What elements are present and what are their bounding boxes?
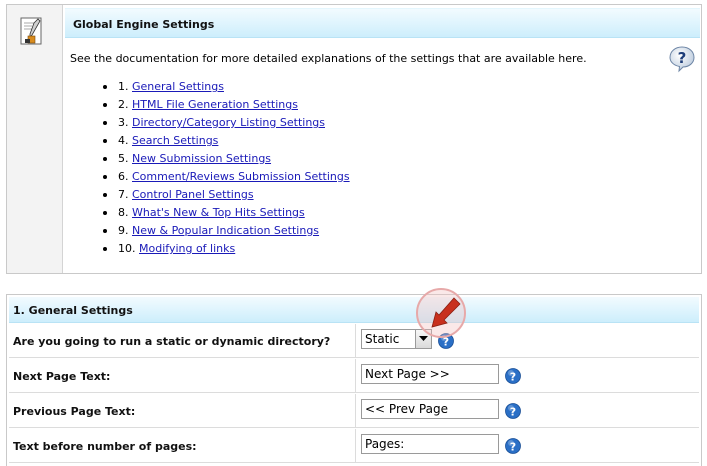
toc-link-whats-new[interactable]: What's New & Top Hits Settings (132, 206, 305, 219)
list-item: 1. General Settings (103, 78, 350, 96)
setting-label: Previous Page Text: (13, 405, 136, 418)
svg-text:?: ? (510, 440, 516, 453)
list-item: 3. Directory/Category Listing Settings (103, 114, 350, 132)
intro-text: See the documentation for more detailed … (70, 52, 587, 65)
toc-link-directory-listing[interactable]: Directory/Category Listing Settings (132, 116, 325, 129)
svg-text:?: ? (510, 405, 516, 418)
toc-link-html-generation[interactable]: HTML File Generation Settings (132, 98, 298, 111)
list-item: 9. New & Popular Indication Settings (103, 222, 350, 240)
list-item: 7. Control Panel Settings (103, 186, 350, 204)
panel-icon-column (7, 5, 63, 273)
settings-index-list: 1. General Settings 2. HTML File Generat… (103, 78, 350, 258)
panel-title: Global Engine Settings (73, 18, 215, 31)
toc-link-modifying-links[interactable]: Modifying of links (139, 242, 235, 255)
toc-link-control-panel[interactable]: Control Panel Settings (132, 188, 254, 201)
global-engine-settings-panel: Global Engine Settings See the documenta… (6, 4, 702, 274)
general-settings-panel: 1. General Settings Are you going to run… (6, 294, 702, 466)
setting-row-pages-prefix: Text before number of pages: ? (9, 429, 699, 463)
setting-label: Next Page Text: (13, 370, 111, 383)
panel-header: Global Engine Settings (65, 8, 700, 38)
pages-prefix-text-field[interactable] (361, 434, 499, 454)
setting-row-prev-page: Previous Page Text: ? (9, 394, 699, 428)
setting-label: Are you going to run a static or dynamic… (13, 335, 331, 348)
setting-label: Text before number of pages: (13, 440, 197, 453)
list-item: 10. Modifying of links (103, 240, 350, 258)
toc-link-general[interactable]: General Settings (132, 80, 224, 93)
list-item: 6. Comment/Reviews Submission Settings (103, 168, 350, 186)
pointer-arrow-icon (416, 288, 466, 338)
svg-text:?: ? (678, 49, 687, 67)
list-item: 4. Search Settings (103, 132, 350, 150)
toc-link-new-popular[interactable]: New & Popular Indication Settings (132, 224, 319, 237)
prev-page-text-field[interactable] (361, 399, 499, 419)
toc-link-new-submission[interactable]: New Submission Settings (132, 152, 271, 165)
help-icon[interactable]: ? (505, 438, 521, 454)
document-edit-icon (20, 17, 42, 45)
section-title: 1. General Settings (13, 304, 133, 317)
help-icon[interactable]: ? (505, 368, 521, 384)
help-bubble-icon[interactable]: ? (668, 45, 696, 73)
list-item: 5. New Submission Settings (103, 150, 350, 168)
setting-row-next-page: Next Page Text: ? (9, 359, 699, 393)
svg-text:?: ? (510, 370, 516, 383)
next-page-text-field[interactable] (361, 364, 499, 384)
help-icon[interactable]: ? (505, 403, 521, 419)
toc-link-comment-reviews[interactable]: Comment/Reviews Submission Settings (132, 170, 350, 183)
list-item: 8. What's New & Top Hits Settings (103, 204, 350, 222)
setting-row-directory-type: Are you going to run a static or dynamic… (9, 324, 699, 358)
toc-link-search[interactable]: Search Settings (132, 134, 218, 147)
section-header: 1. General Settings (9, 297, 699, 323)
list-item: 2. HTML File Generation Settings (103, 96, 350, 114)
